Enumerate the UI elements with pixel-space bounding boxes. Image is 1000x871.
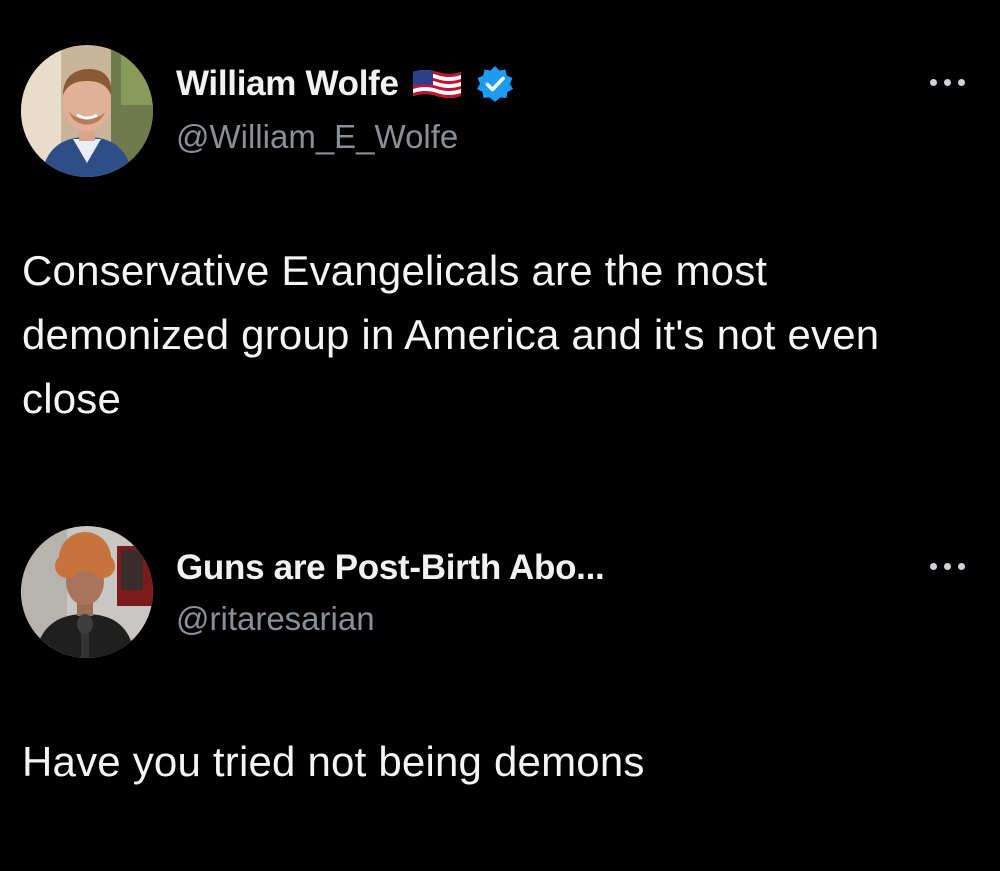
more-options-icon[interactable] bbox=[928, 558, 968, 574]
author-handle[interactable]: @William_E_Wolfe bbox=[176, 118, 458, 156]
author-display-name[interactable]: William Wolfe bbox=[176, 64, 399, 104]
post-reply: Guns are Post-Birth Abo... @ritaresarian… bbox=[0, 500, 1000, 871]
avatar-ritaresarian[interactable] bbox=[21, 526, 153, 658]
verified-badge-icon bbox=[476, 66, 513, 102]
post-william-wolfe: William Wolfe @William_E_Wolfe Conservat… bbox=[0, 0, 1000, 500]
author-row: William Wolfe bbox=[176, 62, 515, 106]
author-row: Guns are Post-Birth Abo... bbox=[176, 546, 605, 590]
more-options-icon[interactable] bbox=[928, 74, 968, 90]
us-flag-icon bbox=[412, 70, 461, 98]
avatar-image bbox=[21, 45, 153, 177]
post-text: Have you tried not being demons bbox=[22, 738, 645, 785]
avatar-william-wolfe[interactable] bbox=[21, 45, 153, 177]
avatar-image bbox=[21, 526, 153, 658]
author-display-name[interactable]: Guns are Post-Birth Abo... bbox=[176, 548, 605, 588]
post-text: Conservative Evangelicals are the most d… bbox=[22, 247, 880, 422]
author-handle[interactable]: @ritaresarian bbox=[176, 600, 375, 638]
